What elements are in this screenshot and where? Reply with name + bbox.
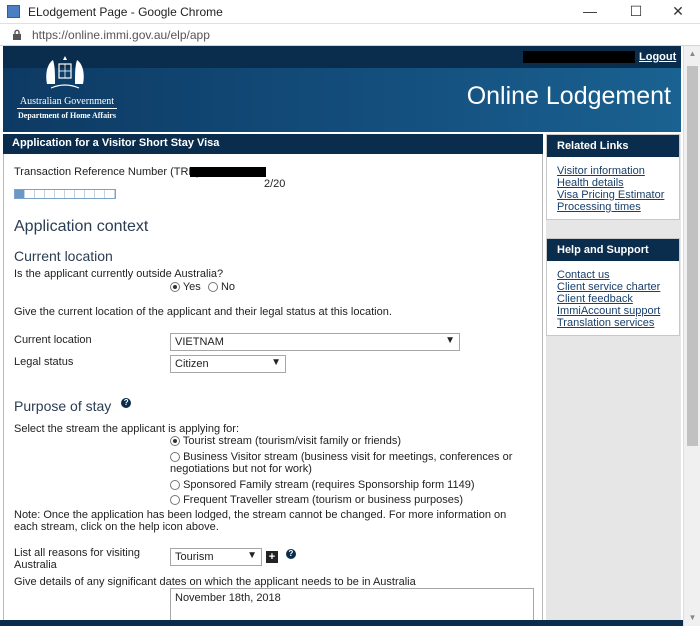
help-link[interactable]: ImmiAccount support bbox=[557, 305, 669, 317]
outside-australia-question: Is the applicant currently outside Austr… bbox=[14, 268, 224, 280]
department-name: Department of Home Affairs bbox=[18, 111, 116, 120]
related-link[interactable]: Visitor information bbox=[557, 165, 669, 177]
stream-option-label: Tourist stream (tourism/visit family or … bbox=[182, 435, 402, 447]
add-reason-button[interactable]: + bbox=[266, 551, 278, 563]
reasons-label: List all reasons for visiting Australia bbox=[14, 547, 140, 571]
location-instruction: Give the current location of the applica… bbox=[14, 306, 392, 318]
application-title-bar: Application for a Visitor Short Stay Vis… bbox=[3, 134, 543, 154]
window-title: ELodgement Page - Google Chrome bbox=[28, 5, 223, 19]
progress-segment bbox=[15, 190, 25, 198]
stream-option-label: Sponsored Family stream (requires Sponso… bbox=[183, 479, 475, 491]
browser-title-bar: ELodgement Page - Google Chrome — ☐ ✕ bbox=[0, 0, 700, 24]
stream-option-4[interactable]: Frequent Traveller stream (tourism or bu… bbox=[170, 494, 530, 506]
government-divider bbox=[17, 108, 117, 109]
dates-label: Give details of any significant dates on… bbox=[14, 576, 416, 588]
maximize-button[interactable]: ☐ bbox=[614, 0, 658, 24]
purpose-heading-text: Purpose of stay bbox=[14, 398, 112, 414]
help-links-list: Contact us Client service charter Client f… bbox=[547, 261, 679, 335]
no-radio[interactable] bbox=[207, 282, 218, 293]
help-link[interactable]: Client service charter bbox=[557, 281, 669, 293]
related-link[interactable]: Visa Pricing Estimator bbox=[557, 189, 669, 201]
chevron-down-icon: ▼ bbox=[445, 335, 455, 346]
page-viewport: Logout Australian Government Department … bbox=[0, 46, 683, 626]
progress-segment bbox=[55, 190, 65, 198]
reasons-select[interactable]: Tourism ▼ bbox=[170, 548, 262, 566]
chevron-down-icon: ▼ bbox=[247, 550, 257, 561]
related-links-title: Related Links bbox=[547, 135, 679, 157]
stream-option-3[interactable]: Sponsored Family stream (requires Sponso… bbox=[170, 479, 530, 491]
yes-radio[interactable] bbox=[170, 282, 180, 293]
related-link[interactable]: Health details bbox=[557, 177, 669, 189]
progress-segment bbox=[65, 190, 75, 198]
legal-status-select[interactable]: Citizen ▼ bbox=[170, 355, 286, 373]
current-location-value: VIETNAM bbox=[175, 336, 224, 348]
stream-option-2[interactable]: Business Visitor stream (business visit … bbox=[170, 451, 530, 475]
help-link[interactable]: Translation services bbox=[557, 317, 669, 329]
sponsored-stream-radio[interactable] bbox=[170, 480, 180, 491]
business-stream-radio[interactable] bbox=[170, 452, 180, 463]
scrollbar-thumb[interactable] bbox=[687, 66, 698, 446]
help-icon[interactable]: ? bbox=[286, 549, 296, 559]
help-link[interactable]: Contact us bbox=[557, 269, 669, 281]
reasons-value: Tourism bbox=[175, 551, 214, 563]
page-bottom-edge bbox=[0, 620, 683, 626]
site-title: Online Lodgement bbox=[466, 82, 671, 110]
section-title: Application context bbox=[14, 218, 149, 235]
legal-status-label: Legal status bbox=[14, 356, 74, 368]
progress-segment bbox=[35, 190, 45, 198]
progress-segment bbox=[45, 190, 55, 198]
stream-option-1[interactable]: Tourist stream (tourism/visit family or … bbox=[170, 435, 520, 447]
progress-label: 2/20 bbox=[264, 178, 286, 190]
tourist-stream-radio[interactable] bbox=[170, 436, 180, 447]
progress-segment bbox=[75, 190, 85, 198]
chevron-down-icon: ▼ bbox=[271, 357, 281, 368]
current-location-label: Current location bbox=[14, 334, 92, 346]
help-support-box: Help and Support Contact us Client servic… bbox=[546, 238, 680, 336]
redacted-trn bbox=[190, 167, 266, 177]
legal-status-value: Citizen bbox=[175, 358, 209, 370]
help-icon[interactable]: ? bbox=[121, 398, 132, 408]
minimize-button[interactable]: — bbox=[568, 0, 612, 24]
page-scrollbar[interactable]: ▲ ▼ bbox=[683, 46, 700, 626]
outside-australia-options: Yes No bbox=[170, 281, 235, 293]
purpose-heading: Purpose of stay ? bbox=[14, 398, 132, 414]
stream-option-label: Business Visitor stream (business visit … bbox=[170, 451, 513, 475]
frequent-stream-radio[interactable] bbox=[170, 495, 180, 506]
page-favicon-icon bbox=[7, 5, 20, 18]
current-location-select[interactable]: VIETNAM ▼ bbox=[170, 333, 460, 351]
coat-of-arms-icon bbox=[46, 56, 84, 89]
address-bar[interactable]: https://online.immi.gov.au/elp/app bbox=[0, 24, 700, 46]
lock-icon bbox=[13, 29, 21, 40]
progress-segment bbox=[25, 190, 35, 198]
redacted-username bbox=[523, 51, 635, 63]
close-window-button[interactable]: ✕ bbox=[656, 0, 700, 24]
scroll-up-icon[interactable]: ▲ bbox=[684, 46, 700, 62]
help-link[interactable]: Client feedback bbox=[557, 293, 669, 305]
related-link[interactable]: Processing times bbox=[557, 201, 669, 213]
site-header: Logout Australian Government Department … bbox=[3, 46, 681, 132]
url-text[interactable]: https://online.immi.gov.au/elp/app bbox=[32, 28, 210, 42]
stream-select-label: Select the stream the applicant is apply… bbox=[14, 423, 240, 435]
progress-segment bbox=[85, 190, 95, 198]
progress-segment bbox=[95, 190, 105, 198]
help-support-title: Help and Support bbox=[547, 239, 679, 261]
related-links-box: Related Links Visitor information Health … bbox=[546, 134, 680, 220]
stream-note: Note: Once the application has been lodg… bbox=[14, 509, 507, 533]
progress-segment bbox=[105, 190, 115, 198]
current-location-heading: Current location bbox=[14, 248, 113, 264]
no-label: No bbox=[220, 281, 235, 293]
related-links-list: Visitor information Health details Visa Pr… bbox=[547, 157, 679, 219]
progress-bar bbox=[14, 189, 116, 199]
trn-label: Transaction Reference Number (TRN): bbox=[14, 166, 204, 178]
yes-label: Yes bbox=[182, 281, 201, 293]
government-name: Australian Government bbox=[19, 96, 115, 107]
scroll-down-icon[interactable]: ▼ bbox=[684, 610, 700, 626]
stream-option-label: Frequent Traveller stream (tourism or bu… bbox=[183, 494, 464, 506]
logout-link[interactable]: Logout bbox=[639, 51, 676, 63]
